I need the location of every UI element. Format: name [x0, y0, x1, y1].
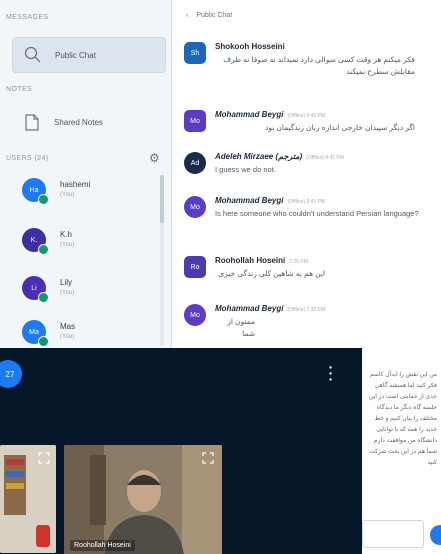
user-avatar: K.	[22, 228, 49, 255]
message-author: Mohammad Beygi	[215, 304, 284, 313]
message-text: Is here someone who couldn't understand …	[215, 209, 419, 218]
message-meta: (Offline) 7:32 PM	[287, 307, 326, 313]
message-author: Mohammad Beygi	[215, 110, 284, 119]
expand-icon[interactable]	[202, 451, 214, 464]
expand-icon[interactable]	[38, 451, 50, 464]
user-initials: Ma	[29, 328, 39, 336]
message-author: Adeleh Mirzaee (مترجم)	[215, 152, 303, 161]
chat-message: Ro Roohollah Hoseini 7:20 PM این هم به شا…	[184, 256, 439, 280]
chat-message: Mo Mohammad Beygi (Offline) 9:40 PM اگر د…	[184, 110, 439, 134]
message-avatar: Ro	[184, 256, 206, 278]
message-avatar: Sh	[184, 42, 206, 64]
users-section-title: USERS (24)	[6, 155, 49, 162]
message-author: Mohammad Beygi	[215, 196, 284, 205]
status-dot	[38, 194, 49, 205]
participant-name-label: Roohollah Hoseini	[70, 540, 135, 551]
chat-message: Ad Adeleh Mirzaee (مترجم) (Offline) 9:41 …	[184, 152, 439, 176]
more-options-icon[interactable]: · · ·	[326, 360, 336, 386]
scrollbar-thumb[interactable]	[160, 175, 164, 223]
gear-icon[interactable]: ⚙	[149, 151, 160, 165]
chat-message: Mo Mohammad Beygi (Offline) 7:32 PM ممنون…	[184, 304, 439, 340]
video-tile[interactable]	[0, 445, 56, 553]
public-chat-item[interactable]: Public Chat	[12, 37, 166, 73]
message-text: این هم به شاهین کلی زندگی خیزی	[218, 269, 325, 278]
user-avatar: Ha	[22, 178, 49, 205]
user-item[interactable]: K. K.h (You)	[22, 228, 75, 255]
message-text: فکر میکنم هر وقت کسی سوالی دارد نمیداند …	[223, 55, 415, 76]
shared-notes-label: Shared Notes	[54, 117, 103, 127]
status-dot	[38, 336, 49, 347]
message-avatar: Mo	[184, 196, 206, 218]
sidebar: MESSAGES Public Chat NOTES Shared Notes …	[0, 0, 172, 348]
messages-section-title: MESSAGES	[6, 14, 49, 21]
notes-section-title: NOTES	[6, 86, 33, 93]
message-meta: (Offline) 9:41 PM	[287, 199, 326, 205]
message-meta: (Offline) 9:41 PM	[306, 155, 344, 161]
user-avatar: Ma	[22, 320, 49, 347]
users-scrollbar[interactable]	[160, 175, 164, 345]
message-input[interactable]	[362, 520, 424, 548]
chat-icon	[23, 45, 43, 65]
user-role: (You)	[60, 290, 75, 296]
status-dot	[38, 244, 49, 255]
message-avatar: Ad	[184, 152, 206, 174]
video-feed-image	[64, 445, 222, 554]
status-dot	[38, 292, 49, 303]
user-role: (You)	[60, 192, 75, 198]
video-area: 27 · · · Roohollah Hoseini	[0, 348, 362, 554]
message-meta: (Offline) 9:40 PM	[287, 113, 326, 119]
message-author: Roohollah Hoseini	[215, 256, 286, 265]
message-text: اگر دیگر سپیدان خارجی اندازه زبان زندگیم…	[264, 123, 415, 132]
back-chevron-icon[interactable]: ‹	[186, 12, 188, 19]
message-text: ممنون از شما	[227, 317, 255, 338]
user-name: Mas	[60, 322, 76, 331]
user-initials: K.	[30, 236, 38, 244]
shared-notes-item[interactable]: Shared Notes	[22, 112, 103, 132]
chat-header[interactable]: ‹ Public Chat	[186, 12, 232, 19]
chat-message: Sh Shokooh Hosseini فکر میکنم هر وقت کسی…	[184, 42, 439, 78]
public-chat-label: Public Chat	[55, 50, 96, 60]
notes-text: من این نقش را ایدآل کاسم فکر کنید اما هم…	[368, 372, 437, 466]
file-icon	[22, 112, 42, 132]
user-item[interactable]: Ma Mas (You)	[22, 320, 76, 347]
chat-panel: ‹ Public Chat Sh Shokooh Hosseini فکر می…	[172, 0, 441, 348]
user-name: K.h	[60, 230, 73, 239]
user-role: (You)	[60, 334, 75, 340]
chat-title: Public Chat	[196, 12, 233, 19]
message-avatar: Mo	[184, 304, 206, 326]
participant-count-badge[interactable]: 27	[0, 360, 22, 388]
user-item[interactable]: Ha hashemi (You)	[22, 178, 91, 205]
user-name: hashemi	[60, 180, 91, 189]
video-tile[interactable]: Roohollah Hoseini	[64, 445, 222, 554]
message-avatar: Mo	[184, 110, 206, 132]
user-item[interactable]: Li Lily (You)	[22, 276, 75, 303]
user-avatar: Li	[22, 276, 49, 303]
message-author: Shokooh Hosseini	[215, 42, 285, 51]
message-text: I guess we do not.	[215, 165, 276, 174]
chat-message: Mo Mohammad Beygi (Offline) 9:41 PM Is he…	[184, 196, 439, 220]
message-meta: 7:20 PM	[289, 259, 308, 265]
user-initials: Ha	[29, 186, 39, 194]
user-role: (You)	[60, 242, 75, 248]
user-name: Lily	[60, 278, 73, 287]
user-initials: Li	[31, 284, 37, 292]
